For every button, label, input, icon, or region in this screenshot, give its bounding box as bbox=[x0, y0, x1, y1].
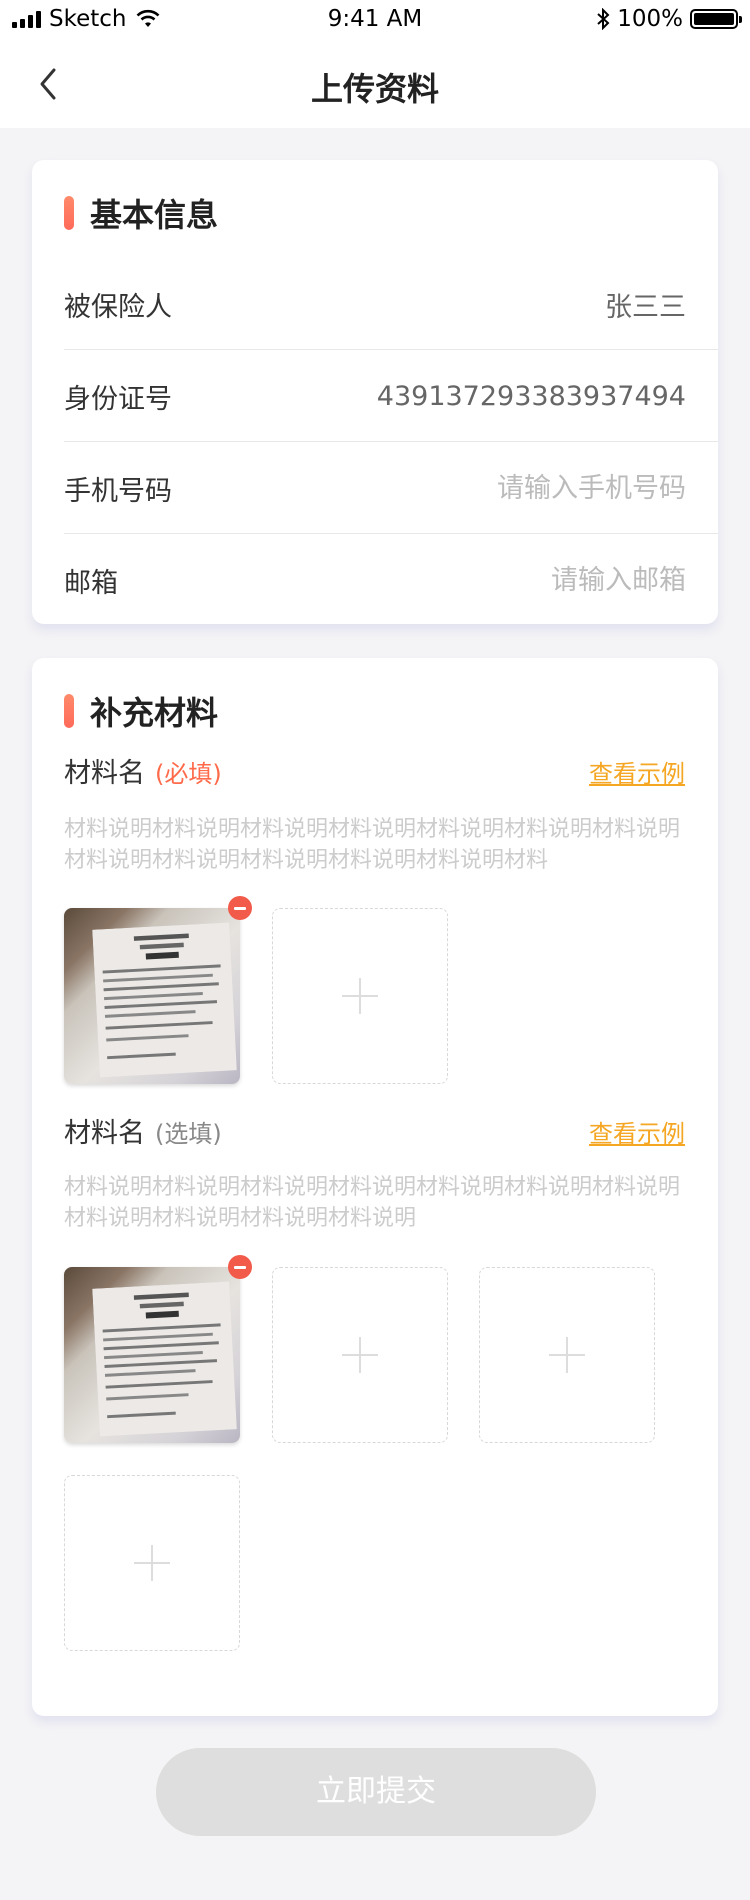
material-title: 材料名 (选填) bbox=[64, 1111, 222, 1150]
id-number-label: 身份证号 bbox=[64, 383, 172, 415]
phone-input[interactable] bbox=[326, 472, 686, 504]
view-example-link[interactable]: 查看示例 bbox=[589, 1114, 685, 1149]
bluetooth-icon bbox=[597, 8, 610, 30]
insured-label: 被保险人 bbox=[64, 291, 172, 323]
add-image-button[interactable] bbox=[272, 908, 448, 1084]
view-example-link[interactable]: 查看示例 bbox=[589, 754, 685, 789]
status-right: 100% bbox=[596, 6, 742, 32]
nav-bar: 上传资料 bbox=[0, 40, 750, 128]
section-accent-bar bbox=[64, 196, 74, 230]
battery-percent: 100% bbox=[617, 6, 683, 32]
email-input[interactable] bbox=[326, 564, 686, 596]
submit-button[interactable]: 立即提交 bbox=[156, 1748, 596, 1836]
material-description: 材料说明材料说明材料说明材料说明材料说明材料说明材料说明材料说明材料说明材料说明… bbox=[64, 1175, 681, 1231]
remove-image-button[interactable] bbox=[228, 1255, 252, 1279]
add-image-button[interactable] bbox=[272, 1267, 448, 1443]
insured-value: 张三三 bbox=[605, 291, 686, 323]
email-row: 邮箱 bbox=[64, 534, 686, 626]
section-header-materials: 补充材料 bbox=[64, 688, 218, 734]
add-image-button[interactable] bbox=[64, 1475, 240, 1651]
materials-card: 补充材料 材料名 (必填) 查看示例 材料说明材料说明材料说明材料说明材料说明材料… bbox=[32, 658, 718, 1716]
document-image bbox=[91, 1281, 237, 1436]
required-tag: (必填) bbox=[155, 760, 222, 788]
material-title: 材料名 (必填) bbox=[64, 751, 222, 790]
uploaded-image-thumbnail[interactable] bbox=[64, 1267, 240, 1443]
section-header-basic-info: 基本信息 bbox=[64, 190, 218, 236]
add-image-button[interactable] bbox=[479, 1267, 655, 1443]
section-title: 基本信息 bbox=[90, 196, 219, 234]
material-name: 材料名 bbox=[64, 1118, 145, 1149]
remove-image-button[interactable] bbox=[228, 896, 252, 920]
document-image bbox=[91, 922, 237, 1077]
section-title: 补充材料 bbox=[90, 694, 219, 732]
battery-icon bbox=[690, 9, 742, 29]
material-description: 材料说明材料说明材料说明材料说明材料说明材料说明材料说明材料说明材料说明材料说明… bbox=[64, 817, 681, 873]
material-name: 材料名 bbox=[64, 758, 145, 789]
uploaded-image-thumbnail[interactable] bbox=[64, 908, 240, 1084]
basic-info-card: 基本信息 被保险人 张三三 身份证号 439137293383937494 手机… bbox=[32, 160, 718, 624]
section-accent-bar bbox=[64, 694, 74, 728]
status-bar: Sketch 9:41 AM 100% bbox=[0, 0, 750, 40]
id-number-value: 439137293383937494 bbox=[376, 380, 686, 412]
page-title: 上传资料 bbox=[310, 70, 439, 108]
email-label: 邮箱 bbox=[64, 567, 118, 599]
insured-row: 被保险人 张三三 bbox=[64, 258, 686, 350]
phone-label: 手机号码 bbox=[64, 475, 172, 507]
id-number-row: 身份证号 439137293383937494 bbox=[64, 350, 686, 442]
optional-tag: (选填) bbox=[155, 1120, 222, 1148]
phone-row: 手机号码 bbox=[64, 442, 686, 534]
